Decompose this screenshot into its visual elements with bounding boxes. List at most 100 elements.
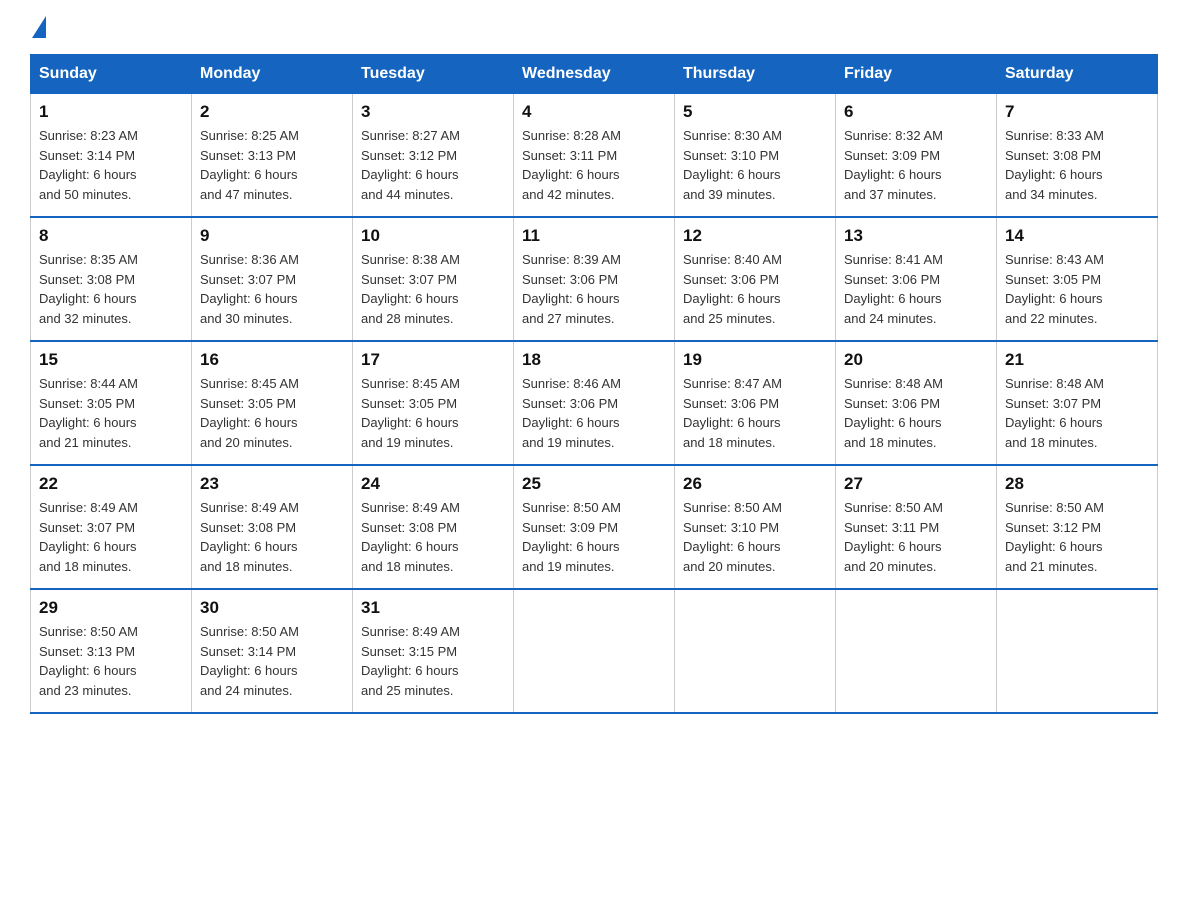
day-info: Sunrise: 8:40 AMSunset: 3:06 PMDaylight:… bbox=[683, 250, 827, 328]
day-number: 2 bbox=[200, 102, 344, 122]
day-number: 4 bbox=[522, 102, 666, 122]
header-tuesday: Tuesday bbox=[353, 55, 514, 94]
day-number: 28 bbox=[1005, 474, 1149, 494]
day-info: Sunrise: 8:41 AMSunset: 3:06 PMDaylight:… bbox=[844, 250, 988, 328]
day-info: Sunrise: 8:47 AMSunset: 3:06 PMDaylight:… bbox=[683, 374, 827, 452]
logo bbox=[30, 20, 46, 36]
calendar-cell: 2 Sunrise: 8:25 AMSunset: 3:13 PMDaylight… bbox=[192, 94, 353, 218]
day-info: Sunrise: 8:45 AMSunset: 3:05 PMDaylight:… bbox=[361, 374, 505, 452]
calendar-cell bbox=[514, 589, 675, 713]
day-info: Sunrise: 8:50 AMSunset: 3:09 PMDaylight:… bbox=[522, 498, 666, 576]
day-info: Sunrise: 8:43 AMSunset: 3:05 PMDaylight:… bbox=[1005, 250, 1149, 328]
calendar-table: SundayMondayTuesdayWednesdayThursdayFrid… bbox=[30, 54, 1158, 714]
calendar-cell: 17 Sunrise: 8:45 AMSunset: 3:05 PMDayligh… bbox=[353, 341, 514, 465]
header-saturday: Saturday bbox=[997, 55, 1158, 94]
day-info: Sunrise: 8:44 AMSunset: 3:05 PMDaylight:… bbox=[39, 374, 183, 452]
day-info: Sunrise: 8:27 AMSunset: 3:12 PMDaylight:… bbox=[361, 126, 505, 204]
day-info: Sunrise: 8:50 AMSunset: 3:14 PMDaylight:… bbox=[200, 622, 344, 700]
day-number: 10 bbox=[361, 226, 505, 246]
day-info: Sunrise: 8:48 AMSunset: 3:07 PMDaylight:… bbox=[1005, 374, 1149, 452]
day-number: 27 bbox=[844, 474, 988, 494]
logo-triangle-icon bbox=[32, 16, 46, 38]
day-info: Sunrise: 8:23 AMSunset: 3:14 PMDaylight:… bbox=[39, 126, 183, 204]
calendar-cell: 12 Sunrise: 8:40 AMSunset: 3:06 PMDayligh… bbox=[675, 217, 836, 341]
header-monday: Monday bbox=[192, 55, 353, 94]
day-number: 7 bbox=[1005, 102, 1149, 122]
calendar-header-row: SundayMondayTuesdayWednesdayThursdayFrid… bbox=[31, 55, 1158, 94]
calendar-cell: 5 Sunrise: 8:30 AMSunset: 3:10 PMDaylight… bbox=[675, 94, 836, 218]
day-number: 6 bbox=[844, 102, 988, 122]
day-number: 20 bbox=[844, 350, 988, 370]
calendar-cell: 9 Sunrise: 8:36 AMSunset: 3:07 PMDaylight… bbox=[192, 217, 353, 341]
page-header bbox=[30, 20, 1158, 36]
day-info: Sunrise: 8:30 AMSunset: 3:10 PMDaylight:… bbox=[683, 126, 827, 204]
day-number: 13 bbox=[844, 226, 988, 246]
day-info: Sunrise: 8:38 AMSunset: 3:07 PMDaylight:… bbox=[361, 250, 505, 328]
calendar-cell bbox=[836, 589, 997, 713]
logo-top bbox=[30, 20, 46, 38]
day-number: 16 bbox=[200, 350, 344, 370]
day-info: Sunrise: 8:35 AMSunset: 3:08 PMDaylight:… bbox=[39, 250, 183, 328]
day-number: 9 bbox=[200, 226, 344, 246]
day-info: Sunrise: 8:49 AMSunset: 3:15 PMDaylight:… bbox=[361, 622, 505, 700]
day-info: Sunrise: 8:33 AMSunset: 3:08 PMDaylight:… bbox=[1005, 126, 1149, 204]
day-info: Sunrise: 8:50 AMSunset: 3:12 PMDaylight:… bbox=[1005, 498, 1149, 576]
calendar-cell: 18 Sunrise: 8:46 AMSunset: 3:06 PMDayligh… bbox=[514, 341, 675, 465]
calendar-cell bbox=[675, 589, 836, 713]
day-number: 12 bbox=[683, 226, 827, 246]
day-number: 3 bbox=[361, 102, 505, 122]
calendar-cell: 31 Sunrise: 8:49 AMSunset: 3:15 PMDayligh… bbox=[353, 589, 514, 713]
day-info: Sunrise: 8:50 AMSunset: 3:13 PMDaylight:… bbox=[39, 622, 183, 700]
day-info: Sunrise: 8:39 AMSunset: 3:06 PMDaylight:… bbox=[522, 250, 666, 328]
calendar-week-row: 1 Sunrise: 8:23 AMSunset: 3:14 PMDaylight… bbox=[31, 94, 1158, 218]
day-number: 30 bbox=[200, 598, 344, 618]
calendar-week-row: 8Sunrise: 8:35 AMSunset: 3:08 PMDaylight… bbox=[31, 217, 1158, 341]
calendar-cell: 22 Sunrise: 8:49 AMSunset: 3:07 PMDayligh… bbox=[31, 465, 192, 589]
calendar-cell: 15 Sunrise: 8:44 AMSunset: 3:05 PMDayligh… bbox=[31, 341, 192, 465]
calendar-cell: 7 Sunrise: 8:33 AMSunset: 3:08 PMDaylight… bbox=[997, 94, 1158, 218]
day-info: Sunrise: 8:46 AMSunset: 3:06 PMDaylight:… bbox=[522, 374, 666, 452]
calendar-cell: 19 Sunrise: 8:47 AMSunset: 3:06 PMDayligh… bbox=[675, 341, 836, 465]
calendar-cell: 16 Sunrise: 8:45 AMSunset: 3:05 PMDayligh… bbox=[192, 341, 353, 465]
calendar-cell: 4 Sunrise: 8:28 AMSunset: 3:11 PMDaylight… bbox=[514, 94, 675, 218]
calendar-cell: 1 Sunrise: 8:23 AMSunset: 3:14 PMDaylight… bbox=[31, 94, 192, 218]
day-number: 14 bbox=[1005, 226, 1149, 246]
day-number: 23 bbox=[200, 474, 344, 494]
header-wednesday: Wednesday bbox=[514, 55, 675, 94]
calendar-cell: 25 Sunrise: 8:50 AMSunset: 3:09 PMDayligh… bbox=[514, 465, 675, 589]
calendar-cell: 8Sunrise: 8:35 AMSunset: 3:08 PMDaylight… bbox=[31, 217, 192, 341]
day-info: Sunrise: 8:36 AMSunset: 3:07 PMDaylight:… bbox=[200, 250, 344, 328]
day-info: Sunrise: 8:49 AMSunset: 3:08 PMDaylight:… bbox=[361, 498, 505, 576]
day-number: 21 bbox=[1005, 350, 1149, 370]
day-info: Sunrise: 8:49 AMSunset: 3:07 PMDaylight:… bbox=[39, 498, 183, 576]
calendar-week-row: 29Sunrise: 8:50 AMSunset: 3:13 PMDayligh… bbox=[31, 589, 1158, 713]
calendar-cell: 28 Sunrise: 8:50 AMSunset: 3:12 PMDayligh… bbox=[997, 465, 1158, 589]
calendar-cell: 24Sunrise: 8:49 AMSunset: 3:08 PMDayligh… bbox=[353, 465, 514, 589]
day-number: 25 bbox=[522, 474, 666, 494]
day-info: Sunrise: 8:32 AMSunset: 3:09 PMDaylight:… bbox=[844, 126, 988, 204]
day-number: 19 bbox=[683, 350, 827, 370]
day-number: 1 bbox=[39, 102, 183, 122]
calendar-cell: 30 Sunrise: 8:50 AMSunset: 3:14 PMDayligh… bbox=[192, 589, 353, 713]
day-number: 18 bbox=[522, 350, 666, 370]
calendar-cell: 10 Sunrise: 8:38 AMSunset: 3:07 PMDayligh… bbox=[353, 217, 514, 341]
calendar-cell: 14 Sunrise: 8:43 AMSunset: 3:05 PMDayligh… bbox=[997, 217, 1158, 341]
day-info: Sunrise: 8:45 AMSunset: 3:05 PMDaylight:… bbox=[200, 374, 344, 452]
day-number: 17 bbox=[361, 350, 505, 370]
day-info: Sunrise: 8:25 AMSunset: 3:13 PMDaylight:… bbox=[200, 126, 344, 204]
calendar-week-row: 15 Sunrise: 8:44 AMSunset: 3:05 PMDayligh… bbox=[31, 341, 1158, 465]
day-number: 26 bbox=[683, 474, 827, 494]
header-sunday: Sunday bbox=[31, 55, 192, 94]
day-info: Sunrise: 8:28 AMSunset: 3:11 PMDaylight:… bbox=[522, 126, 666, 204]
calendar-cell: 3 Sunrise: 8:27 AMSunset: 3:12 PMDaylight… bbox=[353, 94, 514, 218]
day-number: 31 bbox=[361, 598, 505, 618]
day-number: 15 bbox=[39, 350, 183, 370]
day-number: 5 bbox=[683, 102, 827, 122]
calendar-cell: 29Sunrise: 8:50 AMSunset: 3:13 PMDayligh… bbox=[31, 589, 192, 713]
day-number: 11 bbox=[522, 226, 666, 246]
day-number: 22 bbox=[39, 474, 183, 494]
day-info: Sunrise: 8:50 AMSunset: 3:10 PMDaylight:… bbox=[683, 498, 827, 576]
header-friday: Friday bbox=[836, 55, 997, 94]
calendar-cell: 21 Sunrise: 8:48 AMSunset: 3:07 PMDayligh… bbox=[997, 341, 1158, 465]
calendar-cell: 26 Sunrise: 8:50 AMSunset: 3:10 PMDayligh… bbox=[675, 465, 836, 589]
